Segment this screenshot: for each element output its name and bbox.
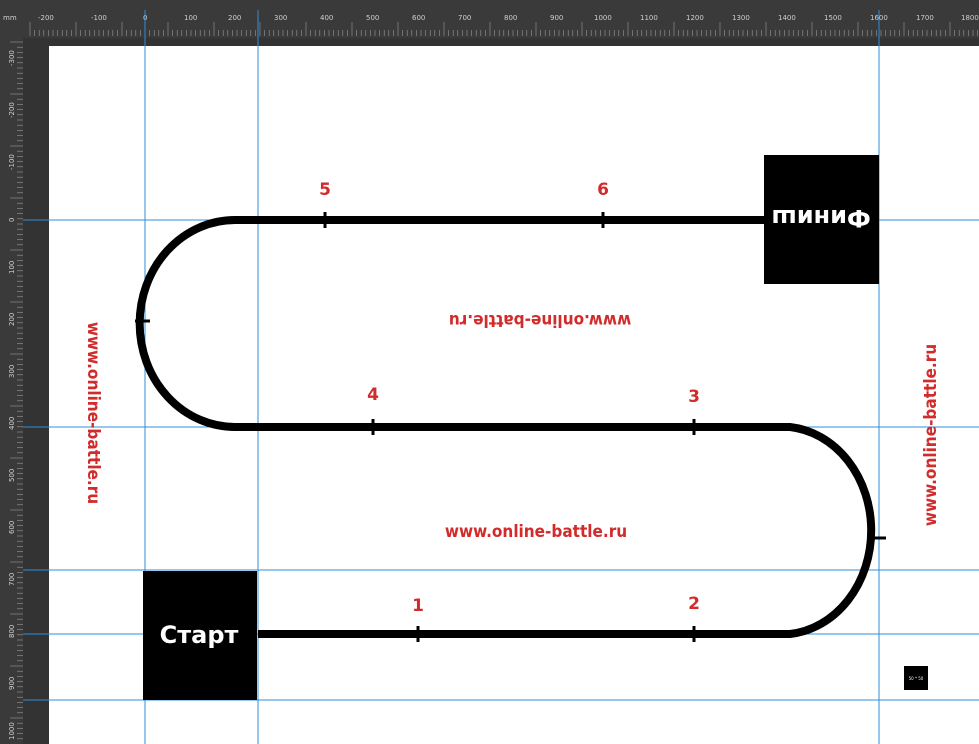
ruler-tick-label: 100 [8,261,16,274]
finish-label: Финиш [771,204,871,232]
start-label: Старт [160,621,239,649]
checkpoint-label-6: 6 [597,180,609,200]
ruler-tick-label: -200 [8,102,16,118]
ruler-tick-label: 1500 [824,14,842,22]
ruler-tick-label: -100 [91,14,107,22]
checkpoint-label-5: 5 [319,180,331,200]
ruler-tick-label: 900 [550,14,563,22]
ruler-tick-label: 700 [8,573,16,586]
design-editor-window: mm -200 -100 0 100 200 300 400 500 600 7… [0,0,979,744]
ruler-tick-label: 800 [8,625,16,638]
watermark-right: www.online-battle.ru [921,344,941,526]
ruler-tick-label: 800 [504,14,517,22]
ruler-tick-label: -200 [38,14,54,22]
watermark-center-bottom: www.online-battle.ru [445,522,627,542]
ruler-tick-label: 1700 [916,14,934,22]
ruler-tick-label: 1300 [732,14,750,22]
ruler-tick-label: 600 [412,14,425,22]
ruler-tick-label: 200 [228,14,241,22]
ruler-tick-label: -300 [8,50,16,66]
ruler-tick-label: 300 [274,14,287,22]
ruler-tick-label: 200 [8,313,16,326]
ruler-tick-label: 1000 [594,14,612,22]
ruler-unit-label: mm [3,14,17,22]
ruler-tick-label: 300 [8,365,16,378]
watermark-left: www.online-battle.ru [83,322,103,504]
ruler-horizontal-labels: -200 -100 0 100 200 300 400 500 600 700 … [38,14,979,22]
ruler-tick-label: 400 [320,14,333,22]
ruler-tick-label: 1100 [640,14,658,22]
ruler-tick-label: 700 [458,14,471,22]
watermark-center-top: www.online-battle.ru [449,310,631,330]
ruler-tick-label: 1400 [778,14,796,22]
ruler-tick-label: 0 [8,218,16,222]
checkpoint-label-4: 4 [367,385,379,405]
document-canvas[interactable]: mm -200 -100 0 100 200 300 400 500 600 7… [0,0,979,744]
ruler-tick-label: 1800 [961,14,979,22]
checkpoint-label-3: 3 [688,387,700,407]
ruler-horizontal-ticks [29,22,978,36]
ruler-tick-label: 100 [184,14,197,22]
ruler-tick-label: 400 [8,417,16,430]
ruler-tick-label: 500 [366,14,379,22]
ruler-tick-label: 600 [8,521,16,534]
ruler-tick-label: -100 [8,154,16,170]
ruler-tick-label: 500 [8,469,16,482]
checkpoint-label-1: 1 [412,596,424,616]
ruler-tick-label: 1000 [8,722,16,740]
ruler-tick-label: 1200 [686,14,704,22]
ruler-vertical-labels: -300 -200 -100 0 100 200 300 400 500 600… [8,50,16,740]
ruler-tick-label: 900 [8,677,16,690]
size-marker-label: 50 * 50 [909,676,924,681]
checkpoint-label-2: 2 [688,594,700,614]
